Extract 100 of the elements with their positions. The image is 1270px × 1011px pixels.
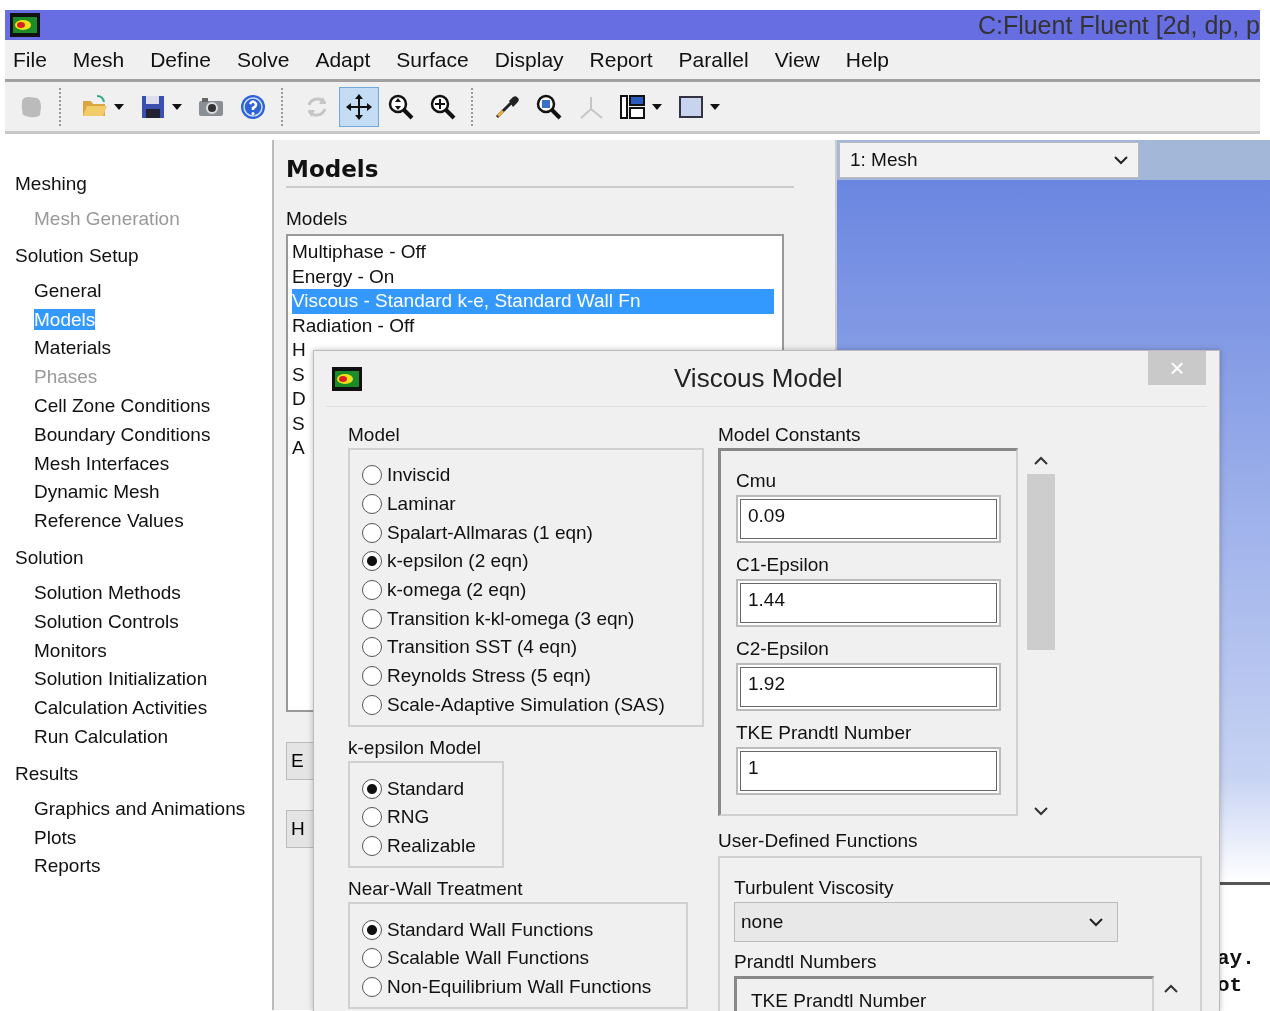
tree-item[interactable]: Monitors xyxy=(34,639,107,661)
menu-item[interactable]: Solve xyxy=(236,47,290,72)
radio-option[interactable]: Reynolds Stress (5 eqn) xyxy=(362,661,591,691)
tree-item[interactable]: General xyxy=(34,279,102,301)
field-label: Prandtl Numbers xyxy=(734,950,877,974)
menu-item[interactable]: Report xyxy=(589,47,653,72)
caret-icon xyxy=(171,102,183,111)
radio-option[interactable]: RNG xyxy=(362,802,430,832)
menu-item[interactable]: Define xyxy=(150,47,211,72)
field-label: Turbulent Viscosity xyxy=(734,876,894,900)
app-logo-icon xyxy=(332,366,362,391)
tree-item[interactable]: Solution Controls xyxy=(34,610,179,632)
list-item[interactable]: Radiation - Off xyxy=(292,313,774,338)
zoom-icon xyxy=(387,92,415,121)
list-item[interactable]: Energy - On xyxy=(292,264,774,289)
radio-option[interactable]: k-omega (2 eqn) xyxy=(362,575,527,605)
zoom-in-icon xyxy=(429,92,457,121)
scroll-down-icon xyxy=(1034,806,1048,816)
tree-section-label[interactable]: Results xyxy=(15,758,79,788)
radio-option[interactable]: k-epsilon (2 eqn) xyxy=(362,547,529,576)
dropdown[interactable]: none xyxy=(734,902,1118,942)
radio-button[interactable] xyxy=(362,976,382,997)
radio-option[interactable]: Standard xyxy=(362,774,465,803)
tree-section-label[interactable]: Meshing xyxy=(15,169,87,198)
tree-item[interactable]: Graphics and Animations xyxy=(34,797,246,819)
menu-item[interactable]: Display xyxy=(494,47,564,72)
chevron-down-icon xyxy=(1089,917,1103,927)
scrollbar-thumb[interactable] xyxy=(1027,474,1055,650)
radio-button[interactable] xyxy=(362,835,382,856)
list-label: Models xyxy=(286,208,349,230)
radio-button[interactable] xyxy=(362,807,382,828)
menu-item[interactable]: View xyxy=(774,47,820,72)
menu-item[interactable]: Parallel xyxy=(678,47,749,72)
radio-option[interactable]: Realizable xyxy=(362,831,476,861)
panel-title: Models xyxy=(286,156,794,188)
radio-option[interactable]: Scalable Wall Functions xyxy=(362,943,590,973)
tree-item[interactable]: Dynamic Mesh xyxy=(34,481,160,503)
input-field[interactable]: 1.92 xyxy=(736,663,1001,711)
radio-option[interactable]: Non-Equilibrium Wall Functions xyxy=(362,972,652,1002)
tree-item[interactable]: Mesh Interfaces xyxy=(34,452,170,474)
group-label: k-epsilon Model xyxy=(348,736,483,761)
view-dropdown[interactable]: 1: Mesh xyxy=(839,142,1139,178)
radio-option[interactable]: Transition k-kl-omega (3 eqn) xyxy=(362,604,635,634)
group-label: User-Defined Functions xyxy=(718,829,919,853)
menu-item[interactable]: Mesh xyxy=(72,47,125,72)
radio-option[interactable]: Inviscid xyxy=(362,461,451,490)
magnifier-icon xyxy=(535,92,563,121)
radio-option[interactable]: Laminar xyxy=(362,489,456,519)
chevron-down-icon xyxy=(1114,155,1128,165)
radio-option[interactable]: Scale-Adaptive Simulation (SAS) xyxy=(362,690,665,720)
tree-item[interactable]: Materials xyxy=(34,337,112,359)
radio-option[interactable]: Spalart-Allmaras (1 eqn) xyxy=(362,518,593,548)
radio-option[interactable]: Transition SST (4 eqn) xyxy=(362,633,578,662)
menu-item[interactable]: File xyxy=(13,47,47,72)
dialog-title: Viscous Model xyxy=(674,363,843,394)
window-title: C:Fluent Fluent [2d, dp, p xyxy=(977,10,1260,40)
menu-item[interactable]: Adapt xyxy=(315,47,371,72)
field-label: TKE Prandtl Number xyxy=(751,989,927,1011)
field-label: TKE Prandtl Number xyxy=(736,721,912,745)
tree-item[interactable]: Boundary Conditions xyxy=(34,423,211,445)
move-icon xyxy=(345,92,373,121)
radio-button[interactable] xyxy=(362,919,382,940)
radio-button[interactable] xyxy=(362,494,382,515)
tree-item[interactable]: Solution Initialization xyxy=(34,668,208,690)
tree-item[interactable]: Run Calculation xyxy=(34,725,169,747)
input-field[interactable]: 1.44 xyxy=(736,579,1001,627)
radio-option[interactable]: Standard Wall Functions xyxy=(362,915,594,944)
radio-button[interactable] xyxy=(362,666,382,687)
caret-icon xyxy=(113,102,125,111)
list-item[interactable]: Multiphase - Off xyxy=(292,240,774,265)
radio-button[interactable] xyxy=(362,637,382,658)
toolbar-button[interactable] xyxy=(339,86,379,127)
radio-button[interactable] xyxy=(362,580,382,601)
radio-button[interactable] xyxy=(362,522,382,543)
radio-button[interactable] xyxy=(362,465,382,486)
caret-icon xyxy=(709,102,721,111)
input-field[interactable]: 1 xyxy=(736,747,1001,795)
tree-item[interactable]: Calculation Activities xyxy=(34,697,208,719)
layout-icon xyxy=(619,92,647,121)
radio-button[interactable] xyxy=(362,551,382,572)
group-label: Near-Wall Treatment xyxy=(348,877,524,902)
tree-section-label[interactable]: Solution Setup xyxy=(15,240,139,270)
radio-button[interactable] xyxy=(362,694,382,715)
field-label: Cmu xyxy=(736,469,777,493)
scroll-up-icon xyxy=(1164,984,1178,994)
tree-item[interactable]: Reference Values xyxy=(34,510,184,532)
menu-item[interactable]: Help xyxy=(845,47,889,72)
radio-button[interactable] xyxy=(362,948,382,969)
input-field[interactable]: 0.09 xyxy=(736,495,1001,543)
radio-button[interactable] xyxy=(362,608,382,629)
radio-button[interactable] xyxy=(362,778,382,799)
app-logo-icon xyxy=(10,13,40,37)
field-label: C2-Epsilon xyxy=(736,637,829,661)
tree-item[interactable]: Solution Methods xyxy=(34,581,181,603)
tree-item[interactable]: Plots xyxy=(34,826,77,848)
menu-item[interactable]: Surface xyxy=(396,47,469,72)
tree-item[interactable]: Cell Zone Conditions xyxy=(34,395,211,416)
field-label: C1-Epsilon xyxy=(736,553,829,577)
tree-section-label[interactable]: Solution xyxy=(15,542,84,572)
tree-item[interactable]: Reports xyxy=(34,855,101,877)
